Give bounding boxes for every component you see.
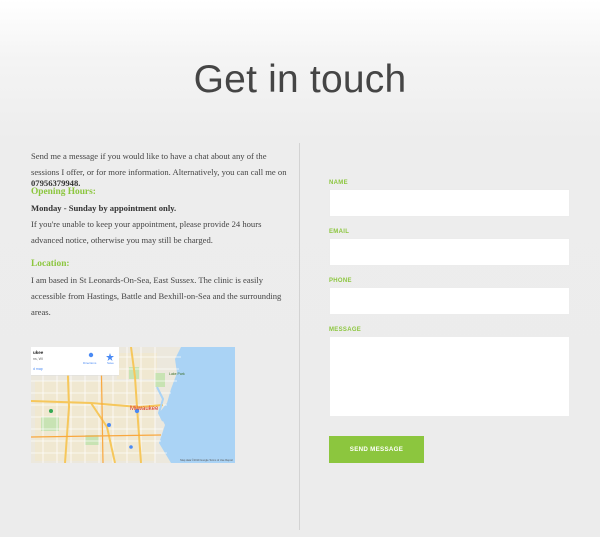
email-field[interactable] [329, 238, 570, 266]
map-card-sub: ns, WI [33, 357, 43, 361]
map-save-link[interactable]: Save [107, 361, 114, 365]
name-label: NAME [329, 180, 348, 186]
location-text: I am based in St Leonards-On-Sea, East S… [31, 275, 282, 317]
send-message-button[interactable]: SEND MESSAGE [329, 436, 424, 463]
map-card-link[interactable]: d map [33, 367, 43, 371]
contact-info: Send me a message if you would like to h… [31, 148, 293, 320]
message-label: MESSAGE [329, 327, 362, 333]
opening-hours-note: If you're unable to keep your appointmen… [31, 219, 262, 245]
phone-label: PHONE [329, 278, 352, 284]
page-title: Get in touch [193, 58, 407, 101]
location-heading: Location: [31, 259, 70, 269]
phone-number[interactable]: 07956379948. [31, 175, 293, 191]
email-label: EMAIL [329, 229, 350, 235]
name-field[interactable] [329, 189, 570, 217]
map-directions-link[interactable]: Directions [83, 361, 96, 365]
map-park-label: Lake Park [169, 372, 185, 376]
map-city-label: Milwaukee [130, 406, 159, 412]
map-card-title: ukee [33, 350, 44, 355]
location-map[interactable]: ukee ns, WI d map Directions Save Milwau… [31, 347, 235, 463]
phone-field[interactable] [329, 287, 570, 315]
message-field[interactable] [329, 336, 570, 417]
map-graphic [31, 347, 235, 463]
map-attribution: Map data ©2019 Google Terms of Use Repor… [180, 459, 233, 462]
opening-hours-days: Monday - Sunday by appointment only. [31, 203, 177, 213]
column-divider [299, 143, 300, 530]
